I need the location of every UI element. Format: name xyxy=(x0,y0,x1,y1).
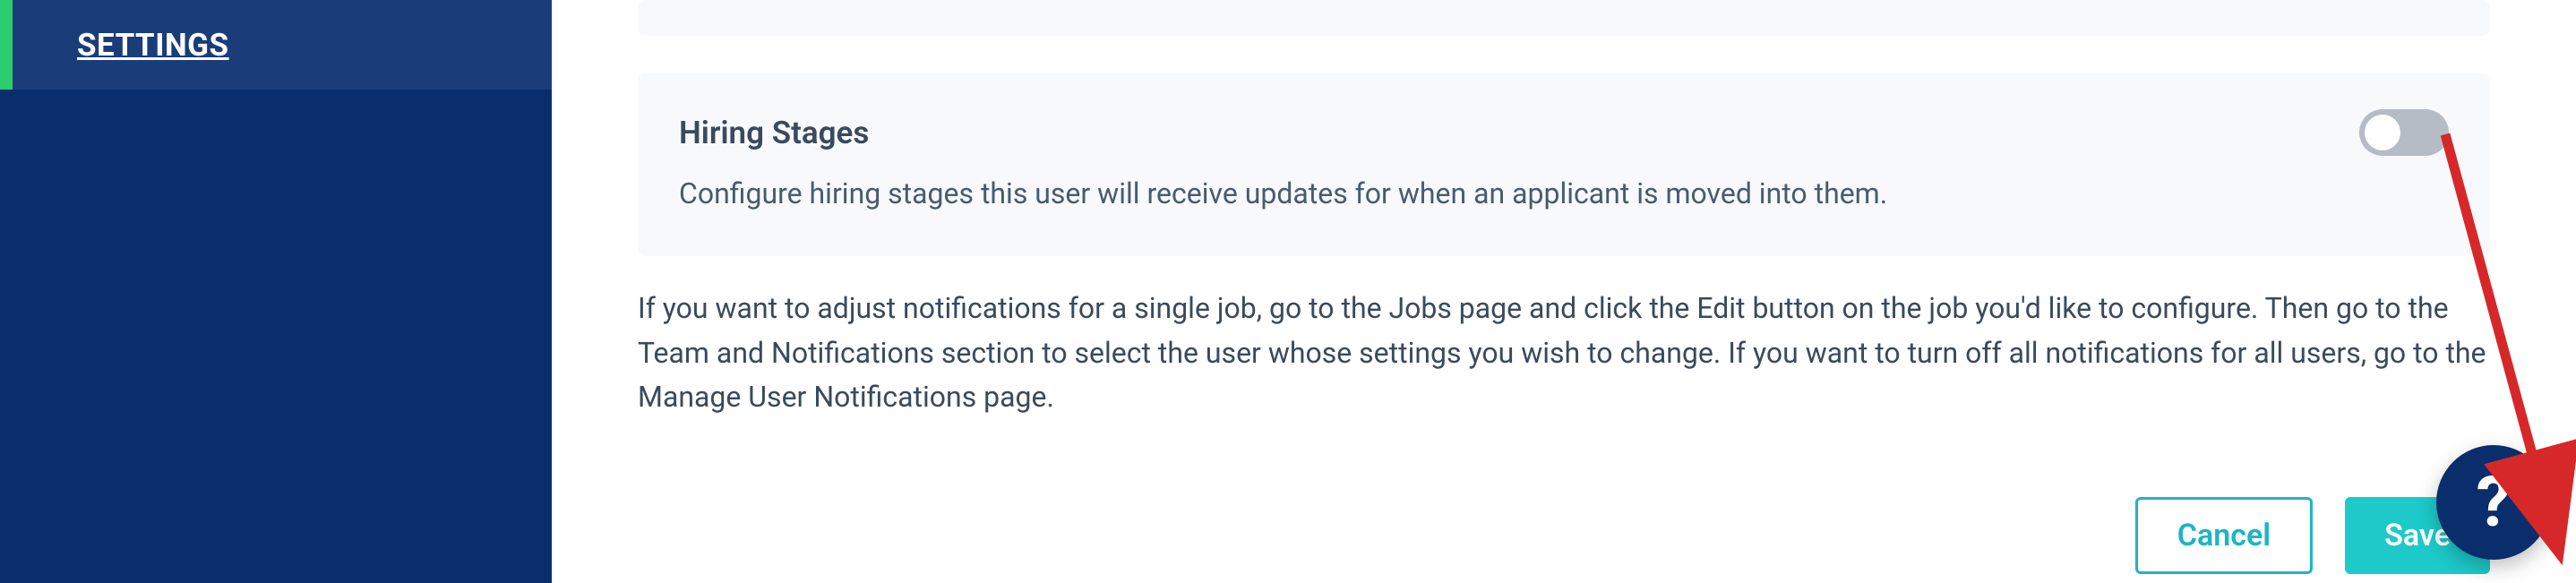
help-paragraph: If you want to adjust notifications for … xyxy=(638,287,2490,420)
card-description: Configure hiring stages this user will r… xyxy=(679,172,2449,215)
previous-card-bottom xyxy=(638,0,2490,36)
sidebar-item-settings[interactable]: SETTINGS xyxy=(0,0,552,90)
sidebar-accent xyxy=(0,0,13,90)
help-fab[interactable]: ? xyxy=(2436,445,2551,560)
cancel-button[interactable]: Cancel xyxy=(2135,497,2313,574)
hiring-stages-toggle[interactable] xyxy=(2359,109,2449,156)
hiring-stages-card: Hiring Stages Configure hiring stages th… xyxy=(638,73,2490,256)
card-header: Hiring Stages xyxy=(679,109,2449,156)
main-content: Hiring Stages Configure hiring stages th… xyxy=(552,0,2576,583)
action-row: Cancel Save xyxy=(638,497,2490,574)
help-icon: ? xyxy=(2477,462,2512,544)
toggle-knob xyxy=(2365,115,2400,150)
sidebar-item-label: SETTINGS xyxy=(77,27,229,64)
card-title: Hiring Stages xyxy=(679,115,869,151)
sidebar: SETTINGS xyxy=(0,0,552,583)
